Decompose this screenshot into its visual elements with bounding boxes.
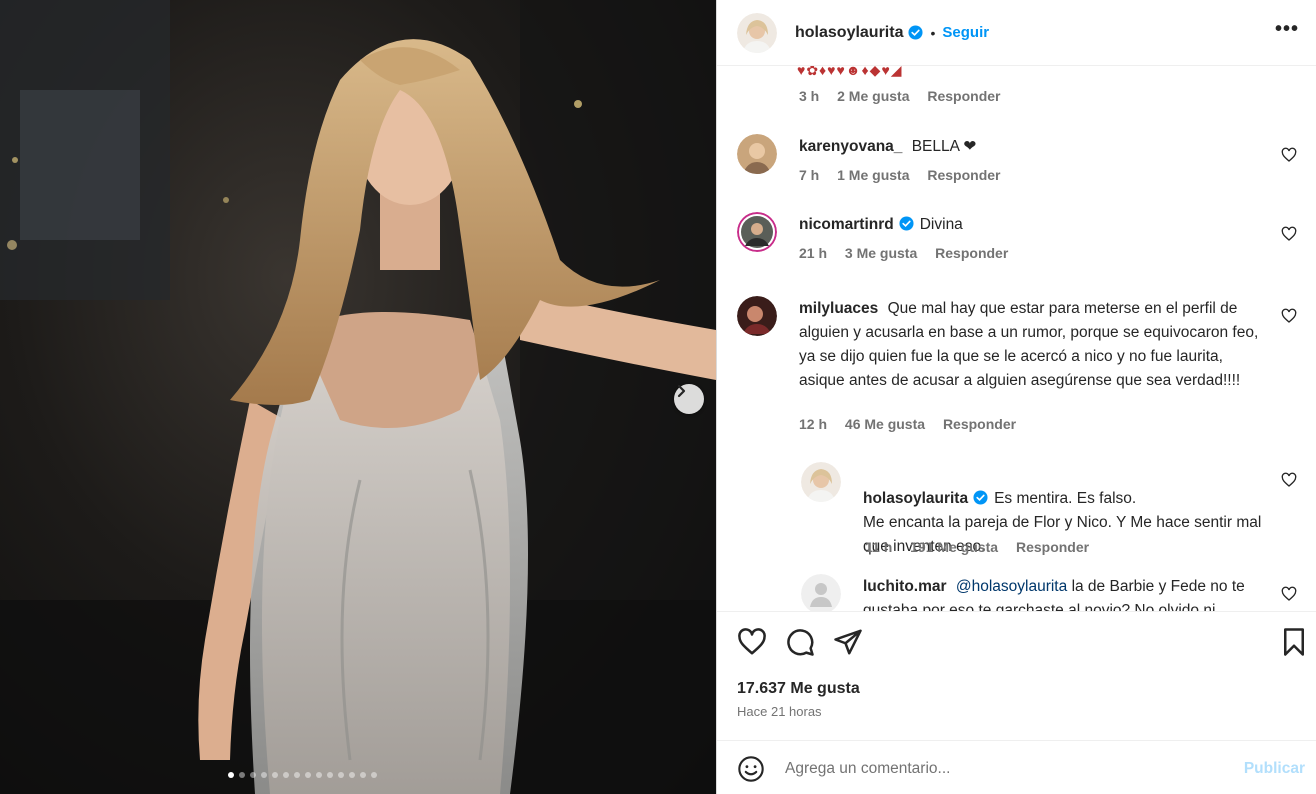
comment-meta: 3 h 2 Me gusta Responder — [799, 88, 1015, 104]
comment-username[interactable]: nicomartinrd — [799, 216, 894, 233]
carousel-dot — [250, 772, 256, 778]
share-send-icon[interactable] — [833, 627, 863, 657]
like-comment-heart-icon[interactable] — [1281, 308, 1297, 324]
verified-badge-icon — [899, 216, 914, 231]
comment-likes[interactable]: 46 Me gusta — [845, 416, 925, 432]
comment-likes[interactable]: 2 Me gusta — [837, 88, 909, 104]
verified-badge-icon — [973, 490, 988, 505]
reply-button[interactable]: Responder — [943, 416, 1016, 432]
carousel-dot — [327, 772, 333, 778]
avatar[interactable] — [801, 462, 841, 502]
reply-item: luchito.mar @holasoylaurita la de Barbie… — [801, 574, 1297, 611]
emoji-smile-icon[interactable] — [737, 755, 765, 783]
like-comment-heart-icon[interactable] — [1281, 147, 1297, 163]
comment-username[interactable]: milyluaces — [799, 300, 878, 317]
avatar[interactable] — [737, 212, 777, 252]
avatar[interactable] — [801, 574, 841, 611]
avatar[interactable] — [737, 134, 777, 174]
like-comment-heart-icon[interactable] — [1281, 226, 1297, 242]
comment-meta: 7 h 1 Me gusta Responder — [799, 167, 1015, 183]
carousel-dot — [360, 772, 366, 778]
post-timestamp: Hace 21 horas — [737, 704, 822, 719]
carousel-next-button[interactable] — [674, 384, 704, 414]
reply-button[interactable]: Responder — [927, 88, 1000, 104]
publish-button[interactable]: Publicar — [1244, 760, 1305, 778]
comment-item: nicomartinrd Divina 21 h 3 Me gusta Respo… — [737, 212, 1297, 272]
comment-mention[interactable]: @holasoylaurita — [956, 578, 1067, 595]
author-username[interactable]: holasoylaurita — [795, 24, 903, 42]
commenter-avatar-image — [737, 296, 777, 336]
carousel-dot — [305, 772, 311, 778]
comment-time: 3 h — [799, 88, 820, 104]
carousel-dot — [316, 772, 322, 778]
comment-meta: 21 h 3 Me gusta Responder — [799, 245, 1022, 261]
carousel-dot — [338, 772, 344, 778]
save-bookmark-icon[interactable] — [1279, 627, 1309, 657]
comment-likes[interactable]: 3 Me gusta — [845, 245, 917, 261]
carousel-dot — [228, 772, 234, 778]
comment-username[interactable]: luchito.mar — [863, 578, 947, 595]
carousel-dot — [261, 772, 267, 778]
comment-meta: 11 h 191 Me gusta Responder — [865, 539, 1103, 555]
default-avatar-icon — [801, 574, 841, 611]
commenter-avatar-image — [801, 462, 841, 502]
post-image — [0, 0, 716, 794]
comment-body: nicomartinrd Divina — [799, 213, 1269, 237]
reply-button[interactable]: Responder — [927, 167, 1000, 183]
comment-username[interactable]: holasoylaurita — [863, 490, 968, 507]
carousel-dot — [349, 772, 355, 778]
post-side-panel: holasoylaurita • Seguir ••• ♥✿♦♥♥☻♦◆♥◢ 3… — [716, 0, 1316, 794]
author-avatar-image — [737, 12, 777, 53]
more-options-icon[interactable]: ••• — [1275, 18, 1299, 41]
comments-list[interactable]: ♥✿♦♥♥☻♦◆♥◢ 3 h 2 Me gusta Responder kare… — [717, 66, 1316, 611]
comment-time: 12 h — [799, 416, 828, 432]
post-actions: 17.637 Me gusta Hace 21 horas Publicar — [717, 611, 1316, 794]
comment-text: Divina — [919, 216, 963, 233]
reply-item: holasoylaurita Es mentira. Es falso. Me e… — [801, 462, 1297, 562]
carousel-dot — [283, 772, 289, 778]
comment-username[interactable]: karenyovana_ — [799, 138, 902, 155]
comment-likes[interactable]: 1 Me gusta — [837, 167, 909, 183]
comment-body: luchito.mar @holasoylaurita la de Barbie… — [863, 575, 1263, 611]
add-comment-row: Publicar — [717, 740, 1316, 794]
comment-body: karenyovana_ BELLA ❤ — [799, 135, 1269, 159]
carousel-dot — [294, 772, 300, 778]
carousel-dot — [272, 772, 278, 778]
reply-button[interactable]: Responder — [1016, 539, 1089, 555]
comment-time: 21 h — [799, 245, 828, 261]
add-comment-input[interactable] — [785, 755, 1215, 783]
commenter-avatar-image — [737, 134, 777, 174]
comment-time: 11 h — [865, 539, 893, 555]
comment-body: milyluaces Que mal hay que estar para me… — [799, 297, 1269, 393]
avatar[interactable] — [737, 12, 777, 53]
carousel-dot — [239, 772, 245, 778]
reply-button[interactable]: Responder — [935, 245, 1008, 261]
commenter-avatar-image — [737, 212, 777, 252]
comment-meta: 12 h 46 Me gusta Responder — [799, 416, 1030, 432]
like-comment-heart-icon[interactable] — [1281, 472, 1297, 488]
comment-text: BELLA ❤ — [911, 138, 977, 155]
avatar[interactable] — [737, 296, 777, 336]
comment-bubble-icon[interactable] — [785, 627, 815, 657]
like-heart-icon[interactable] — [737, 627, 767, 657]
comment-item: karenyovana_ BELLA ❤ 7 h 1 Me gusta Resp… — [737, 134, 1297, 194]
follow-button[interactable]: Seguir — [942, 24, 989, 41]
verified-badge-icon — [908, 25, 924, 40]
comment-time: 7 h — [799, 167, 820, 183]
post-likes-count[interactable]: 17.637 Me gusta — [737, 680, 860, 698]
comment-likes[interactable]: 191 Me gusta — [910, 539, 998, 555]
carousel-dot — [371, 772, 377, 778]
carousel-indicator — [228, 772, 377, 778]
chevron-right-icon — [677, 384, 686, 398]
post-header: holasoylaurita • Seguir ••• — [717, 0, 1316, 66]
comment-item: milyluaces Que mal hay que estar para me… — [737, 296, 1297, 436]
like-comment-heart-icon[interactable] — [1281, 586, 1297, 602]
post-photo[interactable] — [0, 0, 716, 794]
header-separator: • — [930, 24, 936, 41]
instagram-post-view: holasoylaurita • Seguir ••• ♥✿♦♥♥☻♦◆♥◢ 3… — [0, 0, 1316, 794]
comment-emoji-text: ♥✿♦♥♥☻♦◆♥◢ — [797, 66, 903, 78]
